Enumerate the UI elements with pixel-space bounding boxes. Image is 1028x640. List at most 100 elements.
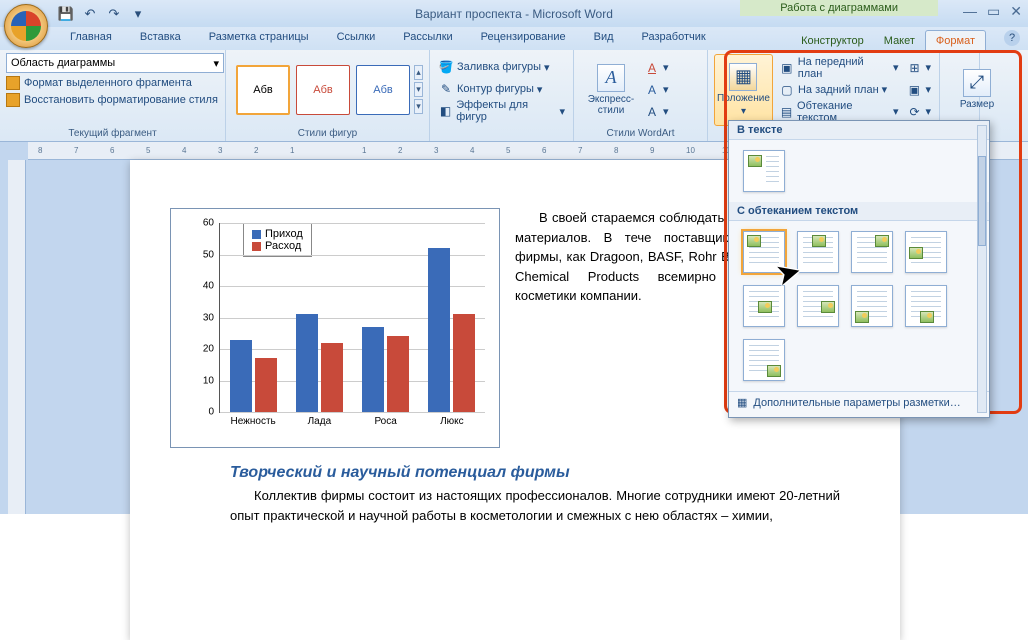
tab-chart-format[interactable]: Формат [925,30,986,50]
chart-element-combo[interactable]: Область диаграммы ▾ [6,53,224,73]
position-bot-center[interactable] [905,285,947,327]
help-icon[interactable]: ? [1004,30,1020,46]
style-thumb-2[interactable]: Абв [296,65,350,115]
tab-review[interactable]: Рецензирование [467,27,580,50]
tab-page-layout[interactable]: Разметка страницы [195,27,323,50]
window-controls: — ▭ ✕ [963,3,1022,20]
size-icon: ⤢ [963,69,991,97]
position-mid-center[interactable] [743,285,785,327]
shape-effects-button[interactable]: ◧Эффекты для фигур▾ [436,101,567,121]
tab-chart-design[interactable]: Конструктор [791,31,874,50]
position-inline[interactable] [743,150,785,192]
body-paragraph-2: Коллектив фирмы состоит из настоящих про… [230,486,840,525]
group-wordart-styles: A Экспресс-стили A▾ A▾ A▾ Стили WordArt [574,50,708,141]
save-icon[interactable]: 💾 [56,4,76,24]
style-thumb-3[interactable]: Абв [356,65,410,115]
gallery-scroll[interactable]: ▴▾▾ [414,65,423,114]
quick-styles-button[interactable]: A Экспресс-стили [580,54,642,126]
shape-style-gallery[interactable]: Абв Абв Абв [232,61,414,119]
maximize-button[interactable]: ▭ [987,3,1000,20]
tab-chart-layout[interactable]: Макет [874,31,925,50]
combo-value: Область диаграммы [11,57,115,69]
text-wrap-icon: ▤ [779,104,794,120]
shape-outline-button[interactable]: ✎Контур фигуры▾ [436,79,567,99]
chevron-down-icon: ▾ [537,83,543,96]
group-shape-format: 🪣Заливка фигуры▾ ✎Контур фигуры▾ ◧Эффект… [430,50,574,141]
tab-home[interactable]: Главная [56,27,126,50]
size-button[interactable]: ⤢ Размер [946,53,1008,125]
undo-icon[interactable]: ↶ [80,4,100,24]
chevron-down-icon: ▾ [559,105,565,118]
text-wrap-button[interactable]: ▤Обтекание текстом ▾ [777,102,901,122]
chart-plot-area: 0102030405060НежностьЛадаРосаЛюкс [219,223,485,413]
format-selection-icon [6,76,20,90]
reset-style-button[interactable]: Восстановить форматирование стиля [6,93,219,107]
vertical-ruler[interactable] [8,160,26,514]
position-dropdown: В тексте С обтеканием текстом ▦ Дополнит… [728,120,990,418]
quick-access-toolbar: 💾 ↶ ↷ ▾ [56,4,148,24]
group-label-styles: Стили фигур [232,126,423,139]
position-bot-left[interactable] [851,285,893,327]
paint-bucket-icon: 🪣 [438,59,454,75]
text-outline-button[interactable]: A▾ [642,80,671,100]
pen-icon: ✎ [438,81,454,97]
rotate-icon: ⟳ [906,104,922,120]
tab-developer[interactable]: Разработчик [628,27,720,50]
close-button[interactable]: ✕ [1010,3,1022,20]
bring-front-icon: ▣ [779,60,795,76]
text-fill-icon: A [644,60,660,76]
redo-icon[interactable]: ↷ [104,4,124,24]
text-fill-button[interactable]: A▾ [642,58,671,78]
tab-references[interactable]: Ссылки [323,27,390,50]
rotate-button[interactable]: ⟳▾ [904,102,933,122]
dropdown-scrollbar[interactable] [977,125,987,413]
group-current-fragment: Область диаграммы ▾ Формат выделенного ф… [0,50,226,141]
chevron-down-icon: ▾ [544,61,550,74]
format-selection-button[interactable]: Формат выделенного фрагмента [6,76,219,90]
window-title: Вариант проспекта - Microsoft Word [415,7,613,21]
text-effects-icon: A [644,104,660,120]
position-top-left[interactable] [743,231,785,273]
office-button[interactable] [4,4,48,48]
position-mid-right[interactable] [797,285,839,327]
ribbon-tabs: Главная Вставка Разметка страницы Ссылки… [0,27,1028,50]
chevron-down-icon: ▾ [213,57,219,70]
tab-mailings[interactable]: Рассылки [389,27,466,50]
align-icon: ⊞ [906,60,922,76]
position-top-center[interactable] [797,231,839,273]
reset-style-icon [6,93,20,107]
shape-fill-button[interactable]: 🪣Заливка фигуры▾ [436,57,567,77]
position-bot-right[interactable] [743,339,785,381]
embedded-chart[interactable]: ПриходРасход 0102030405060НежностьЛадаРо… [170,208,500,448]
position-section-wrap: С обтеканием текстом [729,202,989,221]
position-more-options[interactable]: ▦ Дополнительные параметры разметки… [729,391,989,413]
style-thumb-1[interactable]: Абв [236,65,290,115]
position-top-right[interactable] [851,231,893,273]
tab-insert[interactable]: Вставка [126,27,195,50]
position-icon: ▦ [729,63,757,91]
group-label-fragment: Текущий фрагмент [6,126,219,139]
send-back-icon: ▢ [779,82,795,98]
group-button[interactable]: ▣▾ [904,80,933,100]
tab-view[interactable]: Вид [580,27,628,50]
effects-icon: ◧ [438,103,453,119]
wordart-icon: A [597,64,625,92]
text-effects-button[interactable]: A▾ [642,102,671,122]
contextual-tab-label: Работа с диаграммами [740,0,938,16]
bring-front-button[interactable]: ▣На передний план ▾ [777,58,901,78]
text-outline-icon: A [644,82,660,98]
qat-more-icon[interactable]: ▾ [128,4,148,24]
align-button[interactable]: ⊞▾ [904,58,933,78]
heading-2: Творческий и научный потенциал фирмы [230,464,840,482]
position-button[interactable]: ▦ Положение ▾ [714,54,773,126]
group-label-wordart: Стили WordArt [580,126,701,139]
position-section-inline: В тексте [729,121,989,140]
more-options-icon: ▦ [737,396,747,409]
chevron-down-icon: ▾ [741,106,746,117]
minimize-button[interactable]: — [963,3,977,20]
send-back-button[interactable]: ▢На задний план ▾ [777,80,901,100]
group-icon: ▣ [906,82,922,98]
group-shape-styles: Абв Абв Абв ▴▾▾ Стили фигур [226,50,430,141]
title-bar: 💾 ↶ ↷ ▾ Вариант проспекта - Microsoft Wo… [0,0,1028,27]
position-mid-left[interactable] [905,231,947,273]
